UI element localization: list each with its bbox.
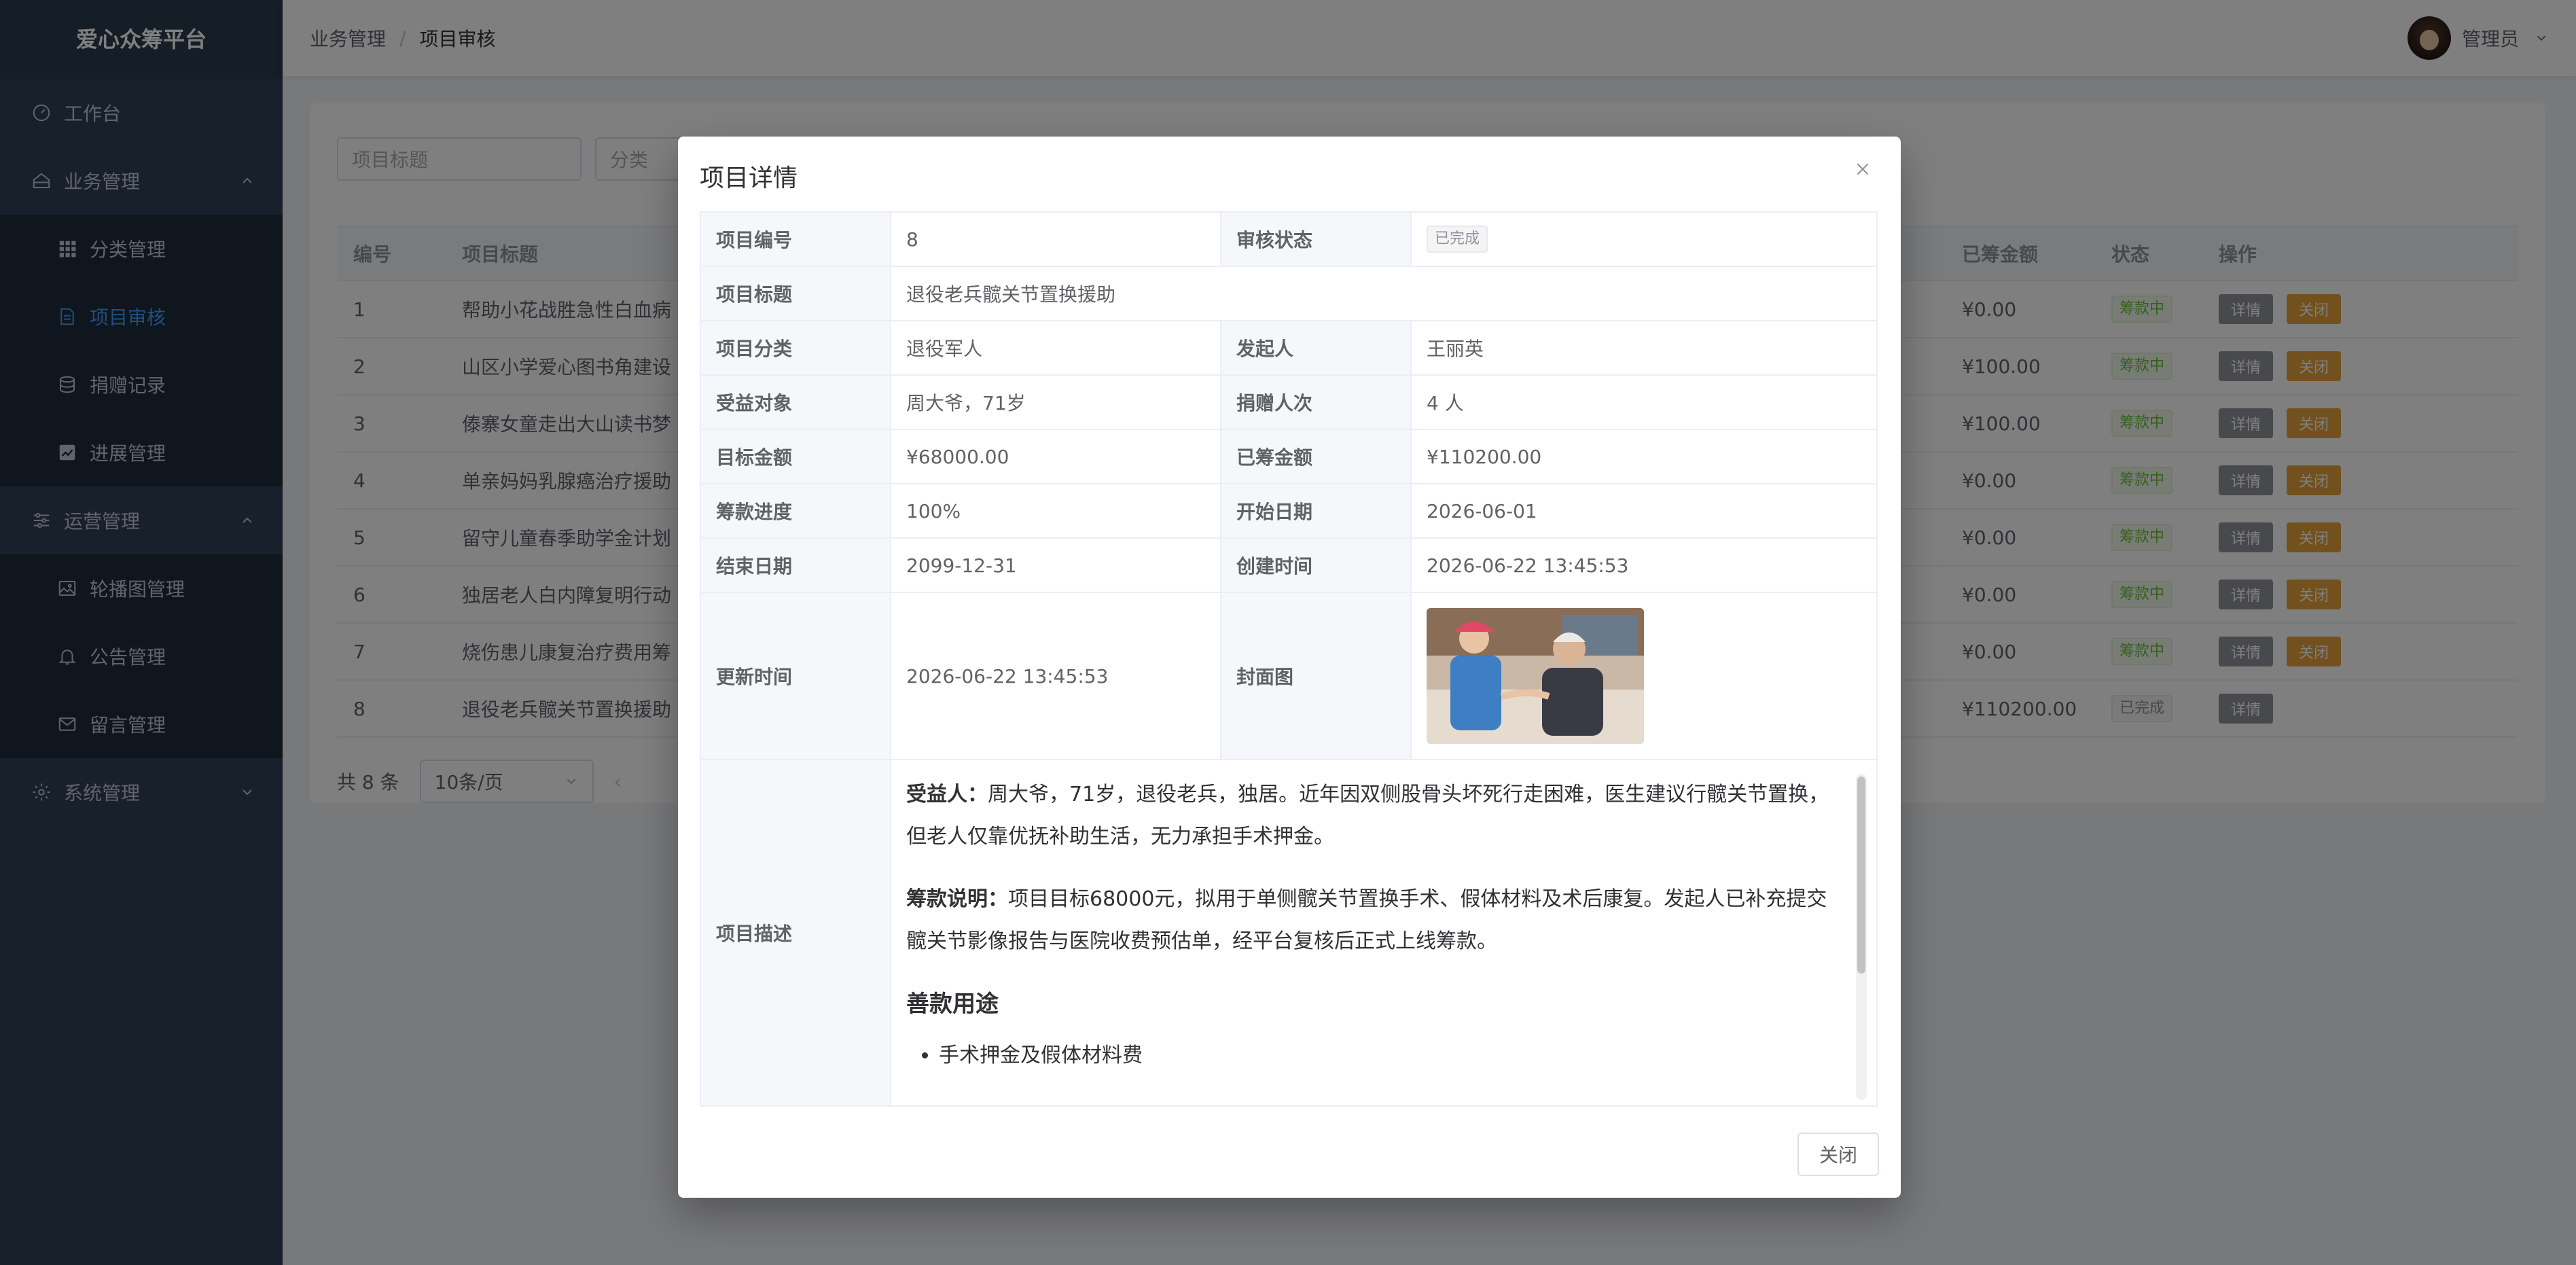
description-box[interactable]: 受益人：周大爷，71岁，退役老兵，独居。近年因双侧股骨头坏死行走困难，医生建议行… — [890, 759, 1878, 1107]
description-scrollbar[interactable] — [1856, 774, 1867, 1100]
label-progress: 筹款进度 — [700, 483, 891, 539]
label-initiator: 发起人 — [1220, 320, 1412, 376]
value-raised: ¥110200.00 — [1410, 429, 1878, 484]
value-target: ¥68000.00 — [890, 429, 1221, 484]
close-icon[interactable] — [1849, 156, 1876, 183]
label-start: 开始日期 — [1220, 483, 1412, 539]
value-initiator: 王丽英 — [1410, 320, 1878, 376]
label-category: 项目分类 — [700, 320, 891, 376]
label-beneficiary: 受益对象 — [700, 374, 891, 430]
description-content: 受益人：周大爷，71岁，退役老兵，独居。近年因双侧股骨头坏死行走困难，医生建议行… — [906, 774, 1844, 1077]
label-updated: 更新时间 — [700, 592, 891, 760]
value-created: 2026-06-22 13:45:53 — [1410, 537, 1878, 593]
value-id: 8 — [890, 211, 1221, 267]
value-donors: 4 人 — [1410, 374, 1878, 430]
project-detail-dialog: 项目详情 项目编号 8 审核状态 已完成 项目标题 退役老兵髋关节置换援助 项目… — [678, 137, 1901, 1198]
label-created: 创建时间 — [1220, 537, 1412, 593]
label-end: 结束日期 — [700, 537, 891, 593]
detail-table: 项目编号 8 审核状态 已完成 项目标题 退役老兵髋关节置换援助 项目分类 退役… — [700, 211, 1878, 1107]
description-paragraph: 筹款说明：项目目标68000元，拟用于单侧髋关节置换手术、假体材料及术后康复。发… — [906, 878, 1844, 963]
usage-list: 手术押金及假体材料费 — [906, 1035, 1844, 1077]
dialog-close-button[interactable]: 关闭 — [1797, 1133, 1879, 1176]
usage-list-item: 手术押金及假体材料费 — [939, 1035, 1844, 1077]
value-beneficiary: 周大爷，71岁 — [890, 374, 1221, 430]
dialog-title: 项目详情 — [700, 164, 798, 192]
label-title: 项目标题 — [700, 266, 891, 321]
beneficiary-heading: 受益人： — [906, 783, 988, 806]
label-description: 项目描述 — [700, 759, 891, 1107]
scrollbar-thumb[interactable] — [1857, 777, 1865, 974]
value-end: 2099-12-31 — [890, 537, 1221, 593]
label-cover: 封面图 — [1220, 592, 1412, 760]
audit-status-badge: 已完成 — [1427, 226, 1488, 253]
description-paragraph: 受益人：周大爷，71岁，退役老兵，独居。近年因双侧股骨头坏死行走困难，医生建议行… — [906, 774, 1844, 858]
label-audit: 审核状态 — [1220, 211, 1412, 267]
beneficiary-text: 周大爷，71岁，退役老兵，独居。近年因双侧股骨头坏死行走困难，医生建议行髋关节置… — [906, 783, 1829, 849]
value-updated: 2026-06-22 13:45:53 — [890, 592, 1221, 760]
value-category: 退役军人 — [890, 320, 1221, 376]
label-donors: 捐赠人次 — [1220, 374, 1412, 430]
fundraising-heading: 筹款说明： — [906, 887, 1008, 911]
value-start: 2026-06-01 — [1410, 483, 1878, 539]
fundraising-text: 项目目标68000元，拟用于单侧髋关节置换手术、假体材料及术后康复。发起人已补充… — [906, 887, 1827, 953]
value-progress: 100% — [890, 483, 1221, 539]
usage-heading: 善款用途 — [906, 991, 999, 1018]
cover-image[interactable] — [1427, 608, 1644, 744]
label-id: 项目编号 — [700, 211, 891, 267]
label-raised: 已筹金额 — [1220, 429, 1412, 484]
value-title: 退役老兵髋关节置换援助 — [890, 266, 1878, 321]
label-target: 目标金额 — [700, 429, 891, 484]
